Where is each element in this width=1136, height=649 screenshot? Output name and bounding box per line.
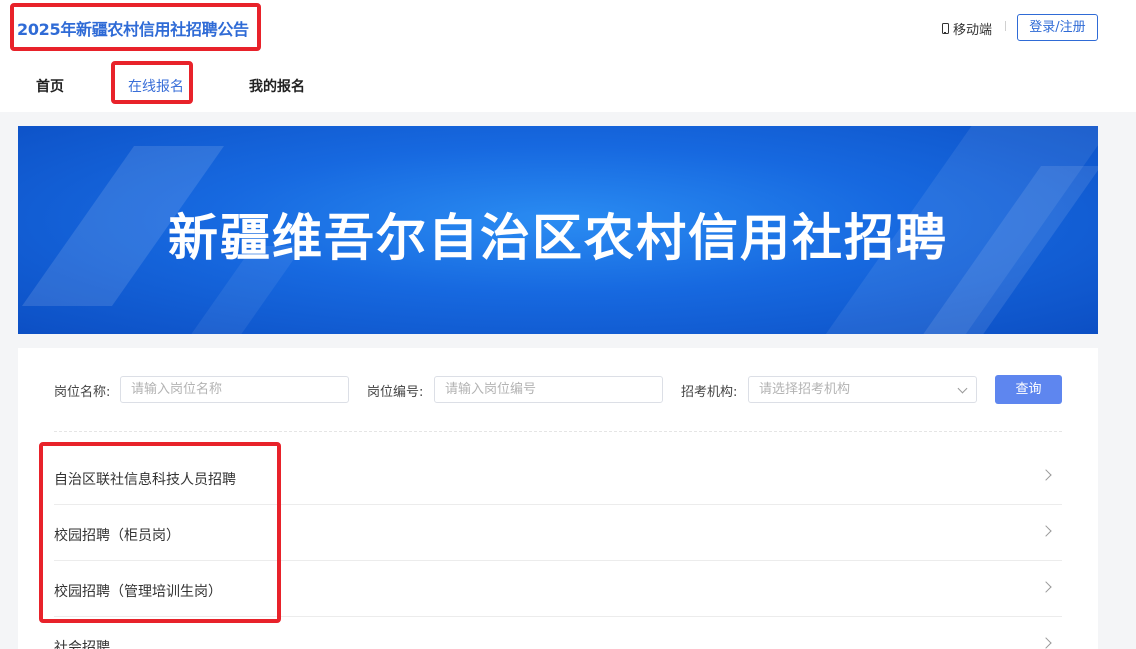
query-button[interactable]: 查询 — [995, 375, 1062, 404]
highlight-box-list — [39, 442, 281, 623]
divider — [1005, 21, 1006, 31]
phone-icon — [942, 23, 949, 34]
mobile-link[interactable]: 移动端 — [942, 19, 992, 38]
position-name-label: 岗位名称: — [54, 385, 111, 400]
list-item-label: 社会招聘 — [54, 640, 110, 649]
banner: 新疆维吾尔自治区农村信用社招聘 — [18, 126, 1098, 334]
org-label: 招考机构: — [681, 385, 738, 400]
org-select-placeholder: 请选择招考机构 — [759, 382, 851, 397]
highlight-box-nav — [111, 61, 193, 104]
chevron-right-icon — [1040, 525, 1052, 537]
banner-title: 新疆维吾尔自治区农村信用社招聘 — [168, 209, 948, 267]
chevron-right-icon — [1040, 469, 1052, 481]
chevron-down-icon — [957, 383, 968, 394]
org-select[interactable]: 请选择招考机构 — [748, 376, 977, 403]
nav-home[interactable]: 首页 — [36, 76, 64, 96]
position-code-label: 岗位编号: — [367, 385, 424, 400]
position-name-input[interactable]: 请输入岗位名称 — [120, 376, 349, 403]
chevron-right-icon — [1040, 581, 1052, 593]
chevron-right-icon — [1040, 637, 1052, 649]
login-register-button[interactable]: 登录/注册 — [1017, 14, 1098, 41]
nav-my-apply[interactable]: 我的报名 — [249, 76, 305, 96]
divider — [54, 431, 1062, 432]
mobile-label: 移动端 — [953, 23, 993, 38]
highlight-box-title — [10, 3, 261, 51]
position-code-input[interactable]: 请输入岗位编号 — [434, 376, 663, 403]
